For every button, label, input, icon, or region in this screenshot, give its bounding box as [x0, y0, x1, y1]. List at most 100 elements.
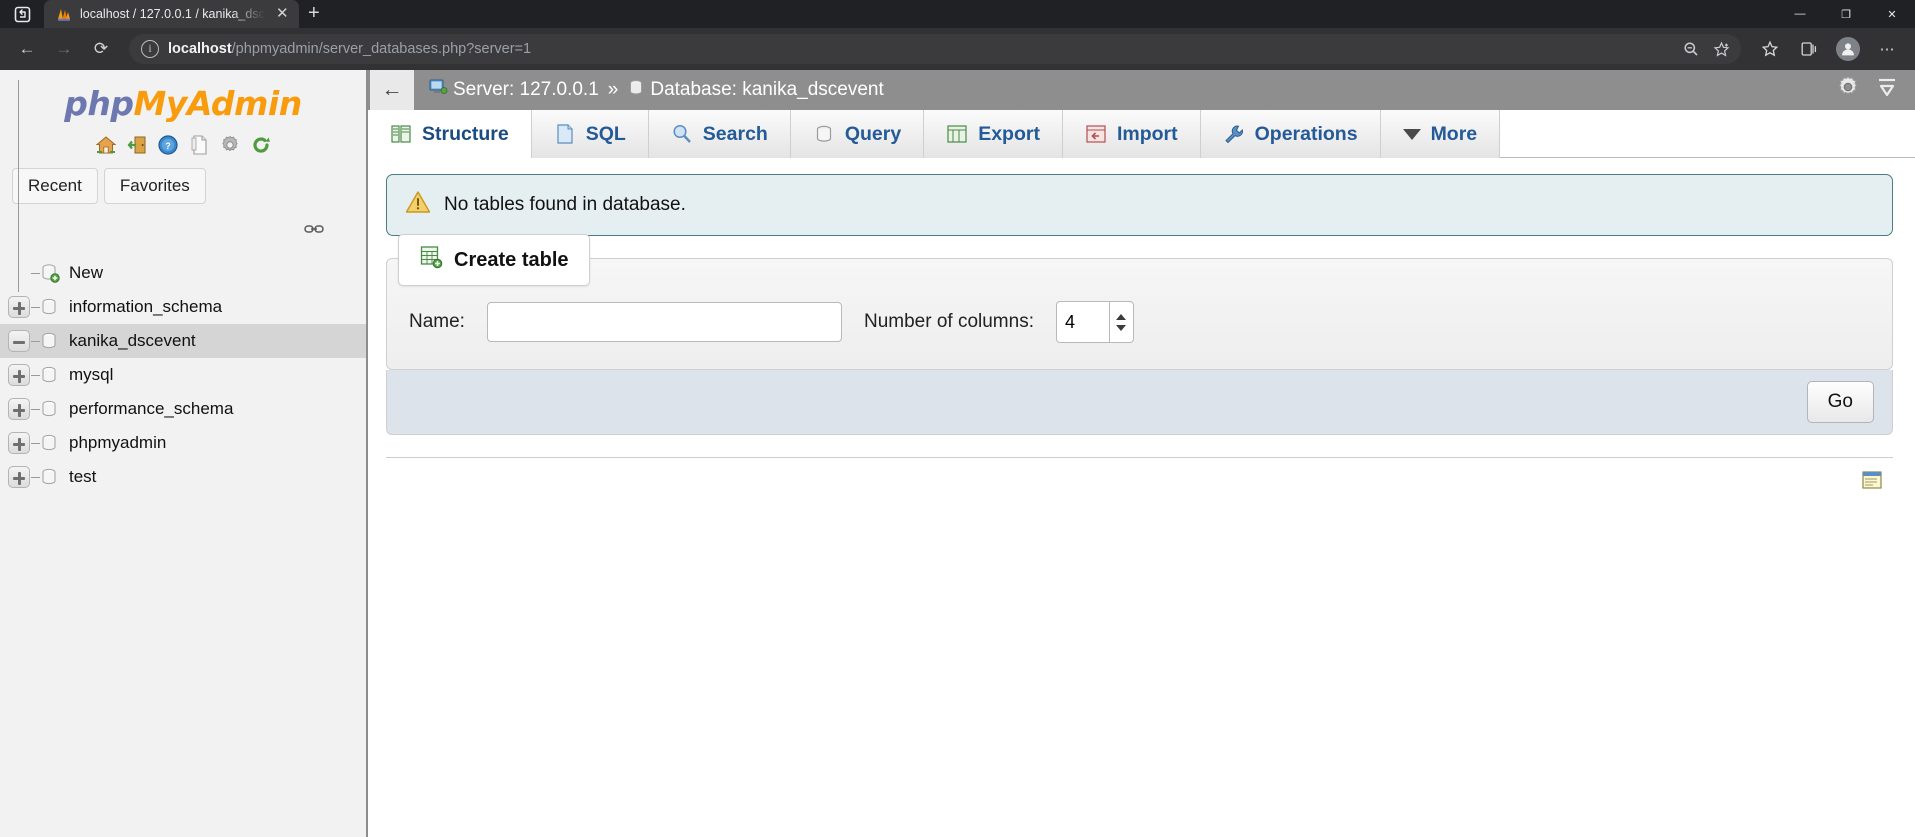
tab-operations[interactable]: Operations	[1200, 110, 1381, 158]
columns-stepper[interactable]	[1055, 301, 1134, 343]
tab-more[interactable]: More	[1380, 110, 1501, 158]
database-icon	[40, 296, 60, 318]
search-icon	[671, 123, 693, 145]
tree-item-performance-schema[interactable]: performance_schema	[0, 392, 366, 426]
database-icon	[40, 330, 60, 352]
tree-expander-plus[interactable]	[8, 398, 30, 420]
tree-expander-plus[interactable]	[8, 432, 30, 454]
refresh-icon[interactable]	[250, 134, 272, 156]
phpmyadmin-logo[interactable]: phpMyAdmin	[0, 70, 366, 129]
home-icon[interactable]	[95, 134, 117, 156]
stepper-down-icon[interactable]	[1116, 324, 1127, 331]
new-tab-button[interactable]: +	[299, 0, 329, 28]
tree-expander-minus[interactable]	[8, 330, 30, 352]
tab-label: More	[1430, 122, 1478, 145]
create-table-section: Create table Name: Number of columns: 4 …	[386, 234, 1893, 489]
window-controls: — ❐ ✕	[1777, 0, 1915, 28]
minimize-icon[interactable]: —	[1777, 0, 1823, 28]
tree-item-new[interactable]: New	[0, 256, 366, 290]
help-icon[interactable]: ?	[157, 134, 179, 156]
site-info-icon[interactable]: i	[141, 40, 159, 58]
stepper-up-icon[interactable]	[1116, 313, 1127, 320]
sidebar-tab-recent[interactable]: Recent	[12, 168, 98, 204]
tree-label: performance_schema	[69, 399, 234, 418]
create-table-footer: Go	[386, 370, 1893, 435]
import-icon	[1085, 123, 1107, 145]
reload-icon[interactable]: ⟳	[84, 34, 118, 64]
tree-dash	[31, 374, 40, 376]
main-panel: ← Server: 127.0.0.1 » Database: kanika_d…	[368, 70, 1915, 837]
logout-icon[interactable]	[126, 134, 148, 156]
tab-label: Export	[978, 122, 1040, 145]
sidebar-anchor-row	[0, 214, 366, 252]
navigation-sidebar: phpMyAdmin ? Recent Favorites New inform…	[0, 70, 368, 837]
settings-gear-icon[interactable]	[219, 134, 241, 156]
database-icon	[40, 364, 60, 386]
tree-item-phpmyadmin[interactable]: phpmyadmin	[0, 426, 366, 460]
maximize-icon[interactable]: ❐	[1823, 0, 1869, 28]
content-divider	[386, 457, 1893, 458]
phpmyadmin-favicon	[56, 6, 72, 22]
browser-toolbar: ← → ⟳ i localhost/phpmyadmin/server_data…	[0, 28, 1915, 70]
browser-window: localhost / 127.0.0.1 / kanika_dsc ✕ + —…	[0, 0, 1915, 837]
collections-icon[interactable]	[1791, 34, 1827, 64]
tab-label: Query	[844, 122, 902, 145]
svg-text:?: ?	[165, 141, 171, 151]
close-icon[interactable]: ✕	[273, 5, 292, 24]
console-toggle-icon[interactable]	[1861, 469, 1883, 496]
create-table-legend[interactable]: Create table	[398, 234, 590, 286]
tree-dash	[31, 272, 40, 274]
chevron-down-icon	[1402, 128, 1421, 140]
tree-label: test	[69, 467, 97, 486]
server-breadcrumb-bar: ← Server: 127.0.0.1 » Database: kanika_d…	[368, 70, 1915, 110]
favorites-icon[interactable]	[1752, 34, 1788, 64]
tree-dash	[31, 476, 40, 478]
tab-search[interactable]: Search	[648, 110, 791, 158]
table-name-label: Name:	[409, 311, 465, 332]
tree-item-mysql[interactable]: mysql	[0, 358, 366, 392]
stepper-buttons[interactable]	[1108, 301, 1134, 343]
add-favorite-icon[interactable]	[1707, 36, 1735, 62]
tab-query[interactable]: Query	[790, 110, 925, 158]
link-chain-icon[interactable]	[304, 222, 324, 241]
table-name-input[interactable]	[486, 302, 842, 342]
database-icon	[40, 398, 60, 420]
tree-expander-plus[interactable]	[8, 364, 30, 386]
address-bar[interactable]: i localhost/phpmyadmin/server_databases.…	[129, 34, 1741, 64]
tree-expander-plus[interactable]	[8, 296, 30, 318]
omnibox-actions	[1677, 36, 1735, 62]
zoom-icon[interactable]	[1677, 36, 1705, 62]
go-button[interactable]: Go	[1806, 381, 1874, 423]
columns-count-input[interactable]	[1055, 301, 1109, 343]
settings-gear-icon[interactable]	[1835, 74, 1861, 106]
docs-icon[interactable]	[188, 134, 210, 156]
tree-item-kanika-dscevent[interactable]: kanika_dscevent	[0, 324, 366, 358]
sidebar-quick-icons: ?	[0, 129, 366, 168]
back-arrow-button[interactable]: ←	[370, 70, 414, 110]
profile-avatar[interactable]	[1830, 34, 1866, 64]
tree-dash	[31, 340, 40, 342]
browser-settings-icon[interactable]: ⋯	[1869, 34, 1905, 64]
tree-expander-plus[interactable]	[8, 466, 30, 488]
breadcrumb-server-label[interactable]: Server: 127.0.0.1	[453, 79, 599, 101]
window-close-icon[interactable]: ✕	[1869, 0, 1915, 28]
page-body: phpMyAdmin ? Recent Favorites New inform…	[0, 70, 1915, 837]
warning-triangle-icon	[405, 190, 431, 220]
tab-sql[interactable]: SQL	[531, 110, 649, 158]
sidebar-tab-favorites[interactable]: Favorites	[103, 168, 206, 204]
tree-item-information-schema[interactable]: information_schema	[0, 290, 366, 324]
tab-export[interactable]: Export	[924, 110, 1063, 158]
tab-import[interactable]: Import	[1062, 110, 1201, 158]
tree-label: information_schema	[69, 297, 223, 316]
breadcrumb-database-label[interactable]: Database: kanika_dscevent	[650, 79, 883, 101]
server-icon	[428, 78, 448, 102]
collapse-panel-icon[interactable]	[1875, 75, 1899, 105]
back-icon[interactable]: ←	[10, 34, 44, 64]
tab-actions-icon[interactable]	[0, 0, 44, 28]
no-tables-notice: No tables found in database.	[386, 174, 1893, 236]
tree-item-test[interactable]: test	[0, 460, 366, 494]
forward-icon[interactable]: →	[47, 34, 81, 64]
browser-tab[interactable]: localhost / 127.0.0.1 / kanika_dsc ✕	[44, 0, 299, 28]
tab-structure[interactable]: Structure	[368, 110, 532, 158]
tab-label: Import	[1116, 122, 1178, 145]
